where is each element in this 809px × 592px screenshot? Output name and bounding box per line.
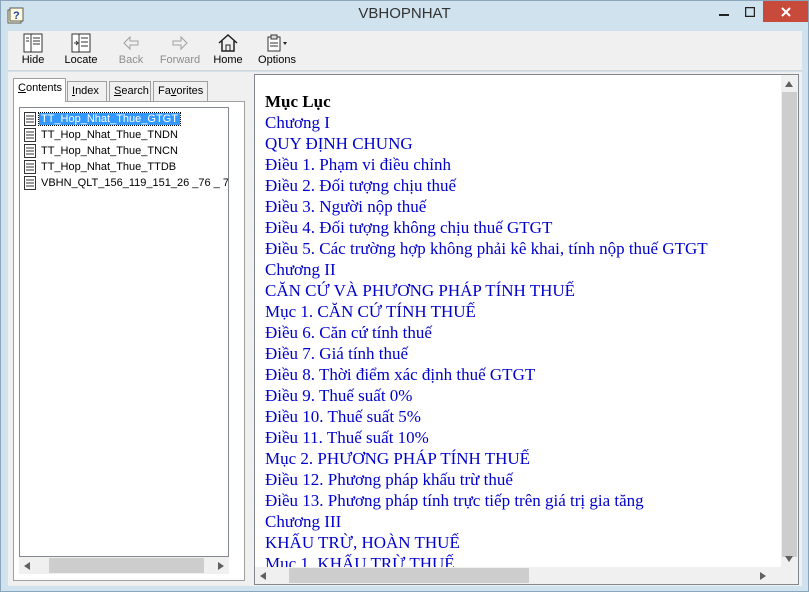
toc-link[interactable]: Điều 13. Phương pháp tính trực tiếp trên… [265,490,780,511]
back-button[interactable]: Back [107,33,155,71]
tab-search[interactable]: Search [109,81,151,101]
table-of-contents: Mục Lục Chương I QUY ĐỊNH CHUNG Điều 1. … [265,91,780,574]
forward-button[interactable]: Forward [156,33,204,71]
home-label: Home [213,54,243,66]
minimize-button[interactable] [712,1,736,22]
toc-link[interactable]: KHẤU TRỪ, HOÀN THUẾ [265,532,780,553]
topic-content: Mục Lục Chương I QUY ĐỊNH CHUNG Điều 1. … [254,74,799,585]
window-title: VBHOPNHAT [358,5,451,22]
document-icon [24,144,36,158]
options-label: Options [258,54,296,66]
toc-link[interactable]: Điều 1. Phạm vi điều chỉnh [265,154,780,175]
close-button[interactable] [763,1,808,22]
tree-item[interactable]: TT_Hop_Nhat_Thue_GTGT [24,111,181,127]
tree-item[interactable]: TT_Hop_Nhat_Thue_TTDB [24,159,178,175]
toc-link[interactable]: Điều 11. Thuế suất 10% [265,427,780,448]
toc-link[interactable]: Mục 2. PHƯƠNG PHÁP TÍNH THUẾ [265,448,780,469]
contents-panel: TT_Hop_Nhat_Thue_GTGT TT_Hop_Nhat_Thue_T… [13,101,245,581]
tree-item-label: VBHN_QLT_156_119_151_26 _76 _ 77 [41,177,229,189]
options-button[interactable]: Options [253,33,301,71]
scrollbar-thumb[interactable] [49,558,204,573]
scroll-right-icon[interactable] [755,567,771,584]
scrollbar-corner [781,567,798,584]
toc-heading: Mục Lục [265,92,331,111]
tree-item-label: TT_Hop_Nhat_Thue_GTGT [38,112,181,126]
scrollbar-thumb[interactable] [289,568,529,583]
scroll-down-icon[interactable] [781,550,797,567]
maximize-button[interactable] [738,1,762,22]
hide-icon [23,33,43,53]
toc-link[interactable]: Mục 1. CĂN CỨ TÍNH THUẾ [265,301,780,322]
tree-item-label: TT_Hop_Nhat_Thue_TNDN [41,129,178,141]
document-icon [24,160,36,174]
toc-link[interactable]: Điều 10. Thuế suất 5% [265,406,780,427]
scroll-left-icon[interactable] [255,567,271,584]
locate-icon [71,33,91,53]
toc-link[interactable]: Điều 7. Giá tính thuế [265,343,780,364]
content-horizontal-scrollbar[interactable] [255,567,781,584]
main-area: Contents Index Search Favorites TT_Hop_N… [8,72,802,586]
tab-favorites[interactable]: Favorites [153,81,208,101]
document-icon [24,128,36,142]
scroll-right-icon[interactable] [213,557,229,574]
scroll-up-icon[interactable] [781,75,797,92]
toc-link[interactable]: Điều 12. Phương pháp khấu trừ thuế [265,469,780,490]
toc-link[interactable]: Điều 9. Thuế suất 0% [265,385,780,406]
tree-item[interactable]: VBHN_QLT_156_119_151_26 _76 _ 77 [24,175,229,191]
hide-label: Hide [21,54,45,66]
content-vertical-scrollbar[interactable] [781,75,798,567]
options-icon [267,34,287,52]
arrow-right-icon [172,35,188,51]
scroll-left-icon[interactable] [19,557,35,574]
toc-link[interactable]: Điều 3. Người nộp thuế [265,196,780,217]
document-icon [24,176,36,190]
tree-horizontal-scrollbar[interactable] [19,557,229,574]
toc-link[interactable]: Chương III [265,511,780,532]
tree-item-label: TT_Hop_Nhat_Thue_TTDB [41,161,177,173]
document-icon [24,112,36,126]
toc-link[interactable]: Điều 2. Đối tượng chịu thuế [265,175,780,196]
tree-item[interactable]: TT_Hop_Nhat_Thue_TNDN [24,127,180,143]
toc-link[interactable]: CĂN CỨ VÀ PHƯƠNG PHÁP TÍNH THUẾ [265,280,780,301]
toc-link[interactable]: Điều 8. Thời điểm xác định thuế GTGT [265,364,780,385]
back-label: Back [118,54,144,66]
home-button[interactable]: Home [204,33,252,71]
tree-item[interactable]: TT_Hop_Nhat_Thue_TNCN [24,143,180,159]
hide-button[interactable]: Hide [9,33,57,71]
tab-index[interactable]: Index [67,81,107,101]
forward-label: Forward [159,54,201,66]
toolbar: Hide Locate Back Forward Home Options [8,31,802,71]
toc-link[interactable]: Điều 6. Căn cứ tính thuế [265,322,780,343]
pane-splitter[interactable] [248,72,253,586]
contents-tree[interactable]: TT_Hop_Nhat_Thue_GTGT TT_Hop_Nhat_Thue_T… [19,107,229,557]
arrow-left-icon [123,35,139,51]
scrollbar-thumb[interactable] [782,92,797,557]
tree-item-label: TT_Hop_Nhat_Thue_TNCN [41,145,178,157]
title-bar[interactable]: ? VBHOPNHAT [1,1,808,31]
home-icon [218,33,238,52]
toc-link[interactable]: Chương II [265,259,780,280]
locate-button[interactable]: Locate [57,33,105,71]
help-window: ? VBHOPNHAT Hide Locate Back Forward Hom… [0,0,809,592]
toc-link[interactable]: Chương I [265,112,780,133]
tab-contents[interactable]: Contents [13,78,66,102]
toc-link[interactable]: Điều 4. Đối tượng không chịu thuế GTGT [265,217,780,238]
locate-label: Locate [64,54,98,66]
toc-link[interactable]: Điều 5. Các trường hợp không phải kê kha… [265,238,780,259]
toc-link[interactable]: QUY ĐỊNH CHUNG [265,133,780,154]
